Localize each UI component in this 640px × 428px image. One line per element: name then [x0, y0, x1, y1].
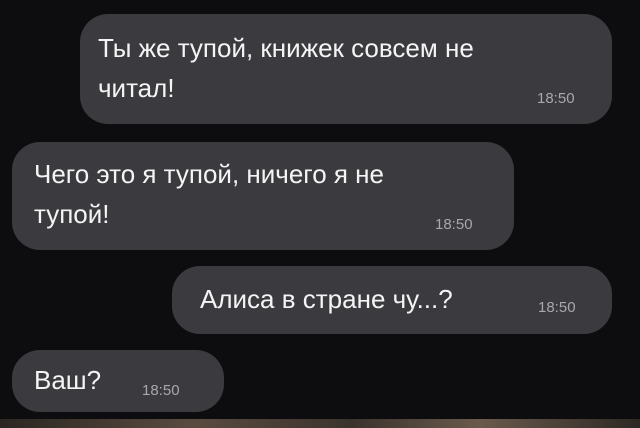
message-text: Ты же тупой, книжек совсем не [98, 33, 474, 63]
incoming-message-bubble[interactable]: Чего это я тупой, ничего я не тупой! 18:… [12, 142, 514, 250]
incoming-message-bubble[interactable]: Ваш? 18:50 [12, 350, 224, 412]
message-text: Чего это я тупой, ничего я не [34, 159, 384, 189]
cropped-image-edge [0, 419, 640, 428]
message-text: тупой! [34, 199, 110, 229]
message-timestamp: 18:50 [142, 382, 180, 399]
message-timestamp: 18:50 [538, 299, 576, 316]
message-text: читал! [98, 73, 175, 103]
outgoing-message-bubble[interactable]: Алиса в стране чу...? 18:50 [172, 266, 612, 334]
message-timestamp: 18:50 [435, 216, 473, 233]
message-text: Ваш? [34, 365, 102, 395]
message-timestamp: 18:50 [537, 90, 575, 107]
message-text: Алиса в стране чу...? [200, 284, 453, 314]
outgoing-message-bubble[interactable]: Ты же тупой, книжек совсем не читал! 18:… [80, 14, 612, 124]
chat-thread: Ты же тупой, книжек совсем не читал! 18:… [0, 0, 640, 428]
